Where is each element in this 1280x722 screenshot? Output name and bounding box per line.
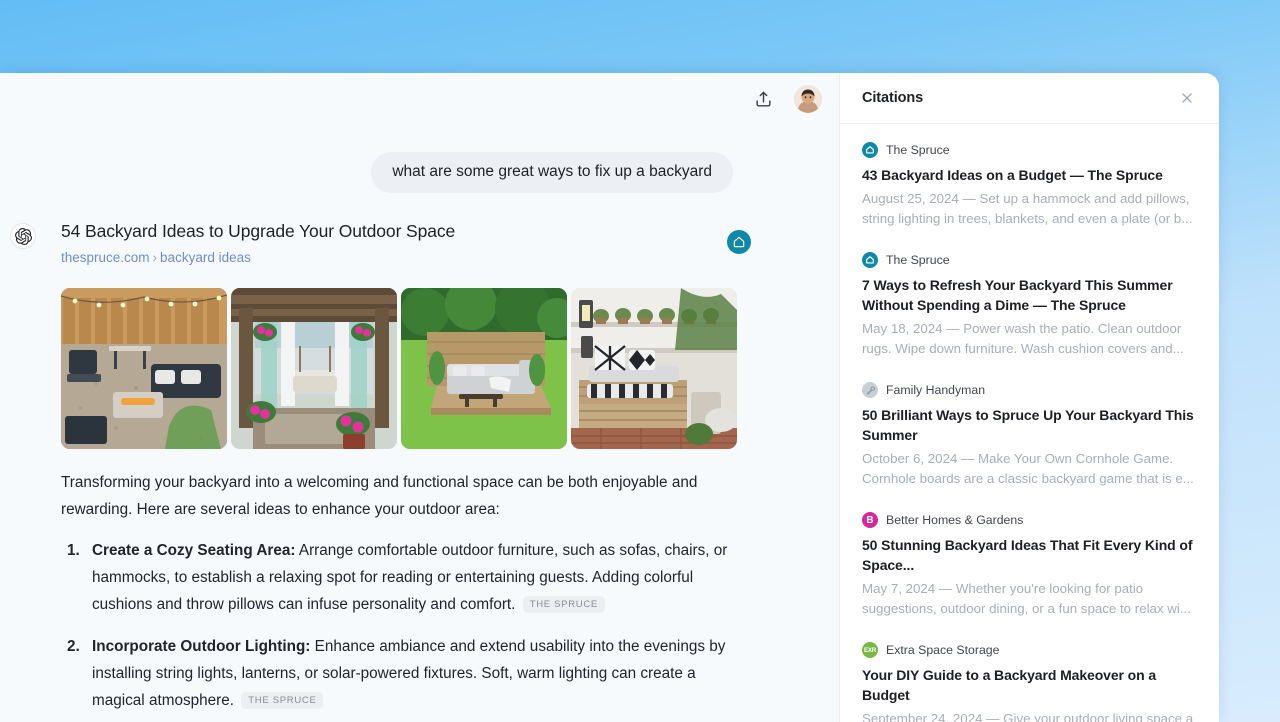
citations-header: Citations	[840, 73, 1219, 124]
conversation-scroll[interactable]: what are some great ways to fix up a bac…	[0, 125, 839, 722]
openai-logo-icon	[10, 223, 36, 249]
intro-paragraph: Transforming your backyard into a welcom…	[61, 474, 698, 518]
spruce-house-icon	[862, 142, 878, 158]
citation-snippet: October 6, 2024 — Make Your Own Cornhole…	[862, 451, 1194, 486]
house-icon	[733, 236, 745, 248]
avatar-photo	[794, 85, 822, 113]
result-url: thespruce.com › backyard ideas	[61, 249, 751, 266]
citation-item-2[interactable]: Family Handyman 50 Brilliant Ways to Spr…	[862, 382, 1197, 489]
assistant-prose: Transforming your backyard into a welcom…	[61, 469, 751, 722]
citations-title: Citations	[862, 90, 924, 106]
result-domain-link[interactable]: thespruce.com	[61, 250, 150, 265]
extra-space-storage-icon: EXR	[862, 642, 878, 658]
share-button[interactable]	[748, 84, 778, 114]
citation-source-name: Family Handyman	[886, 383, 986, 397]
conversation-column: what are some great ways to fix up a bac…	[0, 73, 839, 722]
backyard-patio-with-firepit-and-string-lights	[61, 288, 227, 449]
citation-snippet: September 24, 2024 — Give your outdoor l…	[862, 711, 1194, 722]
citation-source-name: The Spruce	[886, 253, 950, 267]
list-item: Incorporate Outdoor Lighting: Enhance am…	[84, 633, 751, 714]
citation-headline: Your DIY Guide to a Backyard Makeover on…	[862, 667, 1157, 703]
family-handyman-wrench-icon	[862, 382, 878, 398]
image-thumbnail-strip	[61, 288, 751, 449]
citation-headline: 50 Stunning Backyard Ideas That Fit Ever…	[862, 537, 1193, 573]
citations-list[interactable]: The Spruce 43 Backyard Ideas on a Budget…	[840, 124, 1219, 722]
citation-source: EXR Extra Space Storage	[862, 642, 1197, 658]
spruce-house-icon	[862, 252, 878, 268]
citation-source-name: Better Homes & Gardens	[886, 513, 1024, 527]
share-upload-icon	[755, 91, 771, 107]
user-message-bubble: what are some great ways to fix up a bac…	[371, 152, 733, 193]
thumbnail-2[interactable]	[401, 288, 567, 449]
result-title: 54 Backyard Ideas to Upgrade Your Outdoo…	[61, 221, 456, 241]
citation-badge[interactable]: THE SPRUCE	[241, 692, 324, 709]
list-item-heading: Create a Cozy Seating Area:	[92, 542, 296, 559]
app-window: what are some great ways to fix up a bac…	[0, 73, 1219, 722]
citation-source: The Spruce	[862, 252, 1197, 268]
bhg-letter-b-icon: B	[862, 512, 878, 528]
list-item: Create a Cozy Seating Area: Arrange comf…	[84, 537, 751, 618]
ideas-list: Create a Cozy Seating Area: Arrange comf…	[61, 537, 751, 722]
citation-badge[interactable]: THE SPRUCE	[522, 596, 605, 613]
citation-item-3[interactable]: B Better Homes & Gardens 50 Stunning Bac…	[862, 512, 1197, 619]
assistant-message-row: 54 Backyard Ideas to Upgrade Your Outdoo…	[0, 193, 839, 722]
citation-snippet: August 25, 2024 — Set up a hammock and a…	[862, 191, 1193, 226]
citation-item-4[interactable]: EXR Extra Space Storage Your DIY Guide t…	[862, 642, 1197, 722]
citation-headline: 7 Ways to Refresh Your Backyard This Sum…	[862, 277, 1173, 313]
thumbnail-1[interactable]	[231, 288, 397, 449]
covered-pergola-with-swing-and-flowers	[231, 288, 397, 449]
citation-source: Family Handyman	[862, 382, 1197, 398]
thumbnail-3[interactable]	[571, 288, 737, 449]
citation-item-0[interactable]: The Spruce 43 Backyard Ideas on a Budget…	[862, 142, 1197, 229]
pallet-furniture-patio-with-plants	[571, 288, 737, 449]
citation-headline: 43 Backyard Ideas on a Budget — The Spru…	[862, 167, 1163, 183]
top-bar	[0, 73, 839, 125]
wooden-deck-with-sectional-sofa-on-lawn	[401, 288, 567, 449]
assistant-content: 54 Backyard Ideas to Upgrade Your Outdoo…	[61, 220, 751, 722]
site-favicon-badge[interactable]	[727, 230, 751, 254]
citation-source: B Better Homes & Gardens	[862, 512, 1197, 528]
avatar[interactable]	[794, 85, 822, 113]
citation-headline: 50 Brilliant Ways to Spruce Up Your Back…	[862, 407, 1194, 443]
user-message-row: what are some great ways to fix up a bac…	[0, 125, 839, 193]
close-icon	[1182, 93, 1192, 103]
citation-source: The Spruce	[862, 142, 1197, 158]
citation-item-1[interactable]: The Spruce 7 Ways to Refresh Your Backya…	[862, 252, 1197, 359]
citation-snippet: May 7, 2024 — Whether you're looking for…	[862, 581, 1191, 616]
thumbnail-0[interactable]	[61, 288, 227, 449]
citations-panel: Citations The Spruce 43 Backyard Ideas o…	[839, 73, 1219, 722]
desktop-background: what are some great ways to fix up a bac…	[0, 0, 1280, 722]
breadcrumb-separator: ›	[152, 250, 158, 265]
result-path-link[interactable]: backyard ideas	[160, 250, 251, 265]
citation-source-name: The Spruce	[886, 143, 950, 157]
citation-snippet: May 18, 2024 — Power wash the patio. Cle…	[862, 321, 1184, 356]
list-item-heading: Incorporate Outdoor Lighting:	[92, 638, 311, 655]
close-citations-button[interactable]	[1176, 87, 1198, 109]
citation-source-name: Extra Space Storage	[886, 643, 1000, 657]
